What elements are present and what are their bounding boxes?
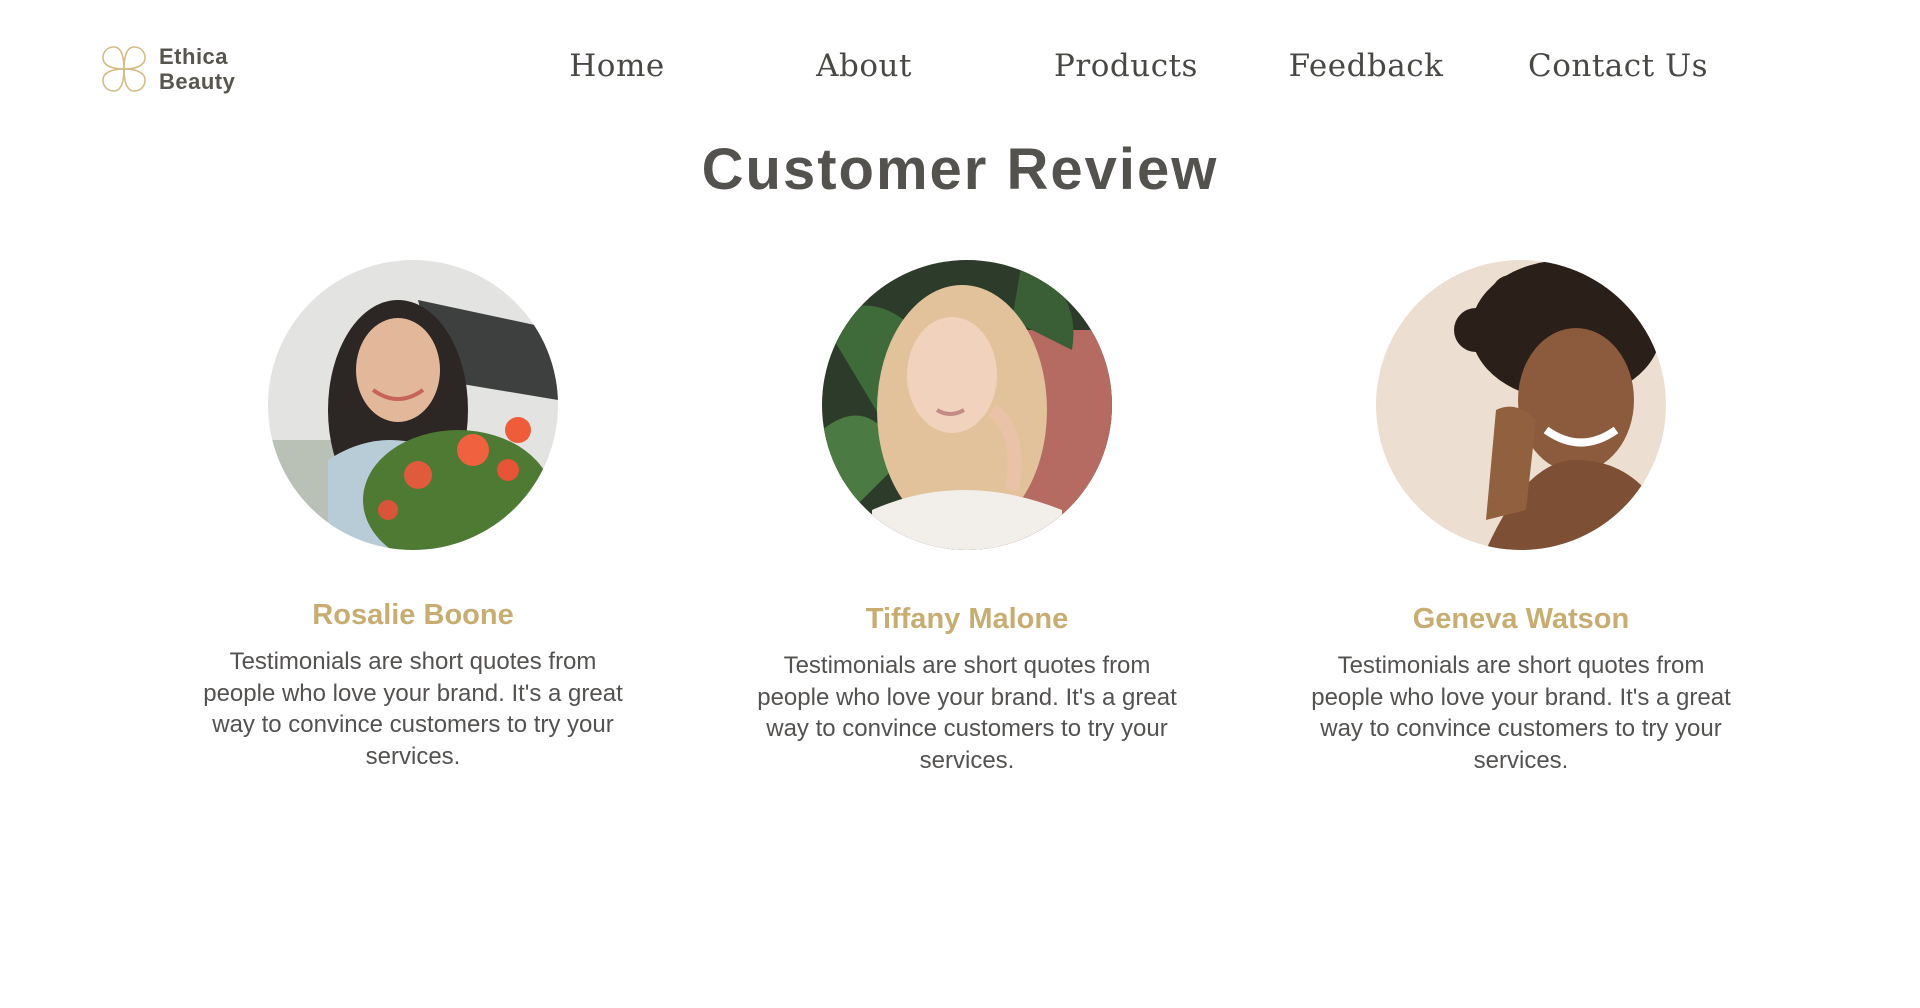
- review-text: Testimonials are short quotes from peopl…: [203, 648, 623, 770]
- review-text: Testimonials are short quotes from peopl…: [1311, 652, 1731, 774]
- nav-item-products[interactable]: Products: [1054, 48, 1198, 84]
- customer-photo: [1376, 260, 1666, 550]
- review-text: Testimonials are short quotes from peopl…: [757, 652, 1177, 774]
- review-card: Rosalie Boone Testimonials are short quo…: [133, 260, 693, 772]
- review-card: Geneva Watson Testimonials are short quo…: [1241, 260, 1801, 776]
- nav-item-home[interactable]: Home: [569, 48, 664, 84]
- page: Ethica Beauty Home About Products Feedba…: [0, 0, 1920, 1008]
- avatar: [268, 260, 558, 550]
- customer-photo: [268, 260, 558, 550]
- avatar: [1376, 260, 1666, 550]
- reviewer-name: Tiffany Malone: [865, 603, 1069, 635]
- main-nav: Home About Products Feedback Contact Us: [0, 48, 1920, 98]
- review-card: Tiffany Malone Testimonials are short qu…: [687, 260, 1247, 776]
- nav-item-about[interactable]: About: [816, 48, 912, 84]
- customer-photo: [822, 260, 1112, 550]
- reviewer-name: Geneva Watson: [1412, 603, 1630, 635]
- reviewer-name: Rosalie Boone: [312, 599, 514, 631]
- nav-item-contact-us[interactable]: Contact Us: [1528, 48, 1708, 84]
- nav-item-feedback[interactable]: Feedback: [1289, 48, 1444, 84]
- page-title: Customer Review: [701, 137, 1219, 202]
- avatar: [822, 260, 1112, 550]
